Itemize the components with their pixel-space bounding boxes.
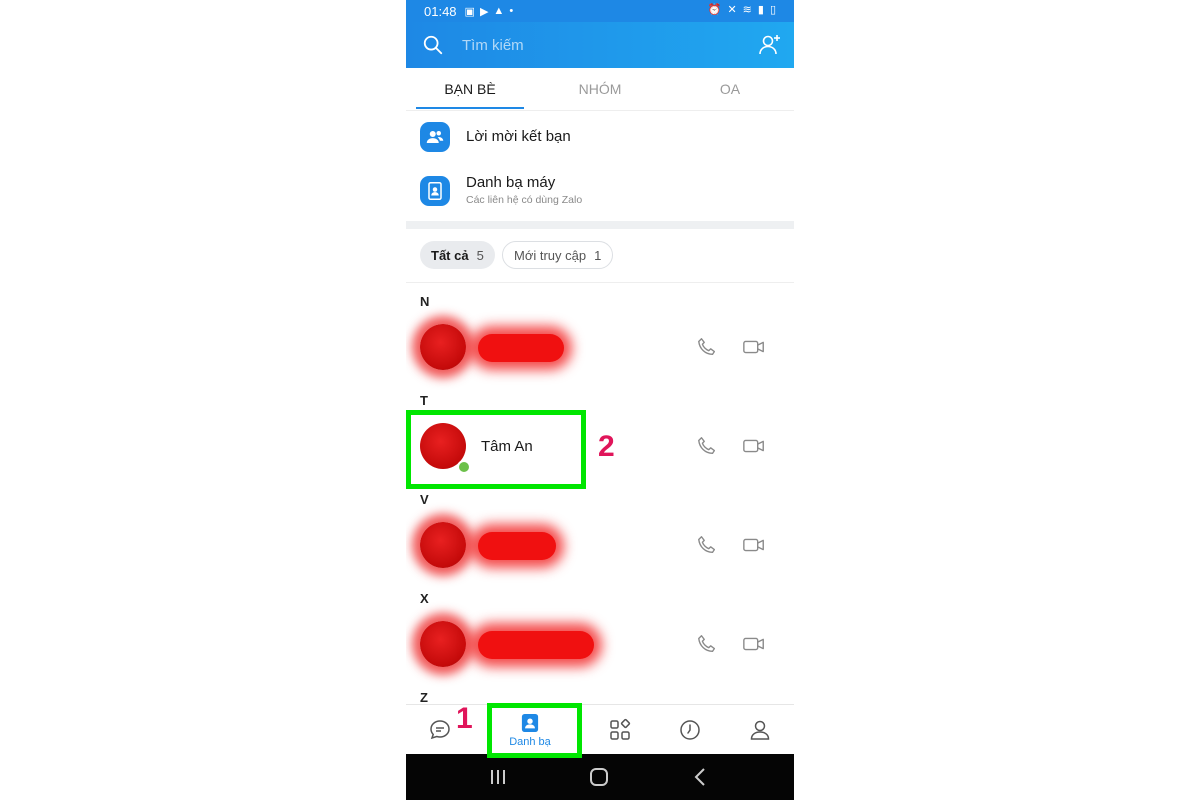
step-number-2: 2 <box>598 430 615 463</box>
tab-groups[interactable]: NHÓM <box>546 68 654 110</box>
battery-icon: ▯ <box>769 4 776 16</box>
step-number-1: 1 <box>456 702 473 735</box>
redacted-name <box>478 631 594 659</box>
search-icon[interactable] <box>422 34 444 56</box>
voice-call-icon[interactable] <box>696 435 718 457</box>
signal-icon: ▮ <box>757 4 764 16</box>
highlight-box-contacts-tab <box>487 703 582 758</box>
voice-call-icon[interactable] <box>696 534 718 556</box>
search-header: Tìm kiếm <box>406 22 794 68</box>
back-icon[interactable] <box>692 767 708 787</box>
home-icon[interactable] <box>589 767 609 787</box>
filter-recent-count: 1 <box>594 247 602 263</box>
avatar <box>420 522 466 568</box>
section-divider <box>406 221 794 229</box>
section-letter: V <box>420 492 429 507</box>
voice-call-icon[interactable] <box>696 336 718 358</box>
timeline-clock-icon <box>680 720 700 740</box>
contact-row[interactable] <box>406 316 794 376</box>
nav-discover[interactable] <box>590 705 650 755</box>
add-friend-icon[interactable] <box>758 33 782 57</box>
phone-contacts-subtitle: Các liên hệ có dùng Zalo <box>466 194 583 206</box>
wifi-icon: ≋ <box>742 4 752 16</box>
contact-tabs: BẠN BÈ NHÓM OA <box>406 68 794 111</box>
discover-icon <box>610 718 631 740</box>
friend-request-icon <box>420 122 450 152</box>
gallery-notification-icon: ▣ <box>464 5 475 18</box>
avatar <box>420 621 466 667</box>
contact-row[interactable] <box>406 613 794 673</box>
redacted-name <box>478 532 556 560</box>
youtube-notification-icon: ▶ <box>479 5 489 18</box>
section-letter: N <box>420 294 430 309</box>
phone-contacts-label: Danh bạ máy <box>466 174 556 191</box>
warning-notification-icon: ▲ <box>493 5 505 17</box>
more-notification-dot-icon: • <box>509 5 514 17</box>
filter-chip-recent[interactable]: Mới truy cập 1 <box>502 241 614 269</box>
phonebook-icon <box>420 176 450 206</box>
contact-row[interactable] <box>406 514 794 574</box>
voice-call-icon[interactable] <box>696 633 718 655</box>
nav-timeline[interactable] <box>660 705 720 755</box>
video-call-icon[interactable] <box>742 336 766 358</box>
section-letter: T <box>420 393 428 408</box>
profile-icon <box>750 720 770 740</box>
search-input[interactable]: Tìm kiếm <box>462 37 524 54</box>
active-tab-indicator <box>416 107 524 109</box>
recent-apps-icon[interactable] <box>488 768 508 786</box>
system-navigation-bar <box>406 754 794 800</box>
filter-all-label: Tất cả <box>431 247 469 263</box>
highlight-box-contact <box>406 410 586 489</box>
chat-icon <box>430 720 450 740</box>
status-bar: 01:48 ▣ ▶ ▲ • ⏰ ✕ ≋ ▮ ▯ <box>406 0 794 22</box>
video-call-icon[interactable] <box>742 435 766 457</box>
section-letter: X <box>420 591 429 606</box>
filter-chip-all[interactable]: Tất cả 5 <box>420 241 495 269</box>
friend-requests-row[interactable]: Lời mời kết bạn <box>406 114 794 160</box>
avatar <box>420 324 466 370</box>
tab-friends[interactable]: BẠN BÈ <box>416 68 524 110</box>
section-letter: Z <box>420 690 428 705</box>
tab-oa[interactable]: OA <box>676 68 784 110</box>
list-divider <box>406 282 794 283</box>
alarm-icon: ⏰ <box>707 4 722 16</box>
video-call-icon[interactable] <box>742 633 766 655</box>
nav-profile[interactable] <box>730 705 790 755</box>
redacted-name <box>478 334 564 362</box>
video-call-icon[interactable] <box>742 534 766 556</box>
friend-requests-label: Lời mời kết bạn <box>466 128 571 145</box>
mute-icon: ✕ <box>727 4 737 16</box>
phone-screen: 01:48 ▣ ▶ ▲ • ⏰ ✕ ≋ ▮ ▯ Tìm kiếm BẠN BÈ … <box>406 0 794 800</box>
phone-contacts-row[interactable]: Danh bạ máy Các liên hệ có dùng Zalo <box>406 168 794 214</box>
filter-recent-label: Mới truy cập <box>514 247 587 263</box>
status-time: 01:48 <box>424 3 457 19</box>
filter-all-count: 5 <box>476 247 484 263</box>
